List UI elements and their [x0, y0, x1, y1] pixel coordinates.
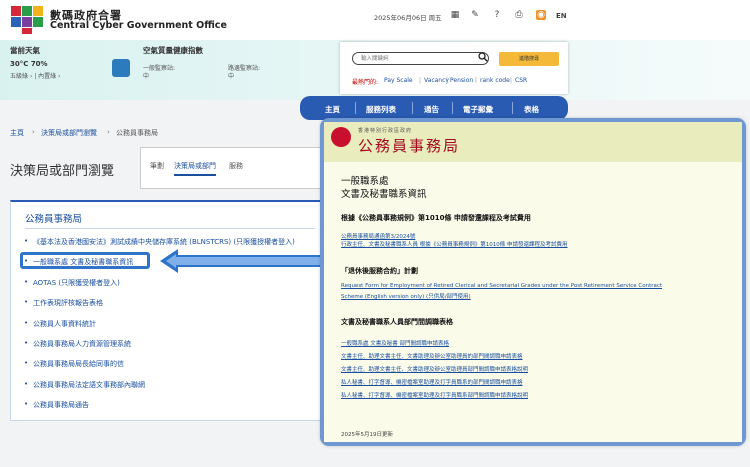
list-item[interactable]: 公務員事務局人力資源管理系統: [33, 339, 131, 349]
breadcrumb-dept-browse[interactable]: 決策局或部門瀏覽: [41, 128, 97, 138]
contacts-icon[interactable]: ▦: [450, 10, 460, 20]
nav-notices[interactable]: 通告: [424, 104, 439, 115]
weather-links[interactable]: 五級綠 › | 內置綠 ›: [10, 71, 60, 80]
popular-link[interactable]: rank code: [480, 77, 510, 84]
nav-email[interactable]: 電子郵彙: [463, 104, 493, 115]
ccgo-logo-icon[interactable]: [10, 5, 44, 35]
popup-small-title: 香港特別行政區政府: [358, 128, 413, 134]
list-item[interactable]: 公務員事務局通告: [33, 400, 89, 410]
nav-home[interactable]: 主頁: [325, 104, 340, 115]
nav-services[interactable]: 服務列表: [366, 104, 396, 115]
popup-link[interactable]: 公務員事務局通函第3/2024號: [341, 232, 415, 240]
tab-departments[interactable]: 決策局或部門: [174, 161, 216, 176]
page-title: 決策局或部門瀏覽: [10, 164, 115, 179]
popular-link[interactable]: CSR: [515, 77, 527, 84]
highlight-box: [20, 252, 150, 269]
popular-label: 最熱門的:: [352, 79, 379, 86]
popular-link[interactable]: Pay Scale: [384, 77, 413, 84]
aq-general-value: 中: [143, 73, 150, 80]
popup-link[interactable]: Scheme (English version only) (只供局/部門使用): [341, 292, 471, 300]
search-panel: [340, 42, 568, 94]
tab-strokes[interactable]: 筆劃: [150, 161, 164, 171]
weather-value: 30°C 70%: [10, 60, 48, 68]
hk-emblem-icon: [331, 127, 351, 147]
search-icon[interactable]: [478, 52, 488, 62]
panel-title: 公務員事務局: [25, 214, 83, 225]
popup-link[interactable]: 文書主任、助理文書主任、文書助理及辦公室助理員部門間調職申請表格說明: [341, 365, 528, 373]
list-item[interactable]: AOTAS (只限獲受權者登入): [33, 278, 120, 288]
popup-big-title: 公務員事務局: [358, 137, 461, 155]
tab-services[interactable]: 服務: [229, 161, 243, 171]
site-title-en[interactable]: Central Cyber Government Office: [50, 20, 227, 31]
language-switch-link[interactable]: EN: [556, 12, 567, 20]
popup-heading: 一般職系處: [341, 176, 389, 187]
popup-link[interactable]: 行政主任、文書及秘書職系人員 根據《公務員事務規例》第1010條 申請發還課程及…: [341, 240, 568, 248]
advanced-search-button[interactable]: 進階搜尋: [499, 52, 559, 66]
air-quality-title[interactable]: 空氣質量健康指數: [143, 45, 203, 56]
feedback-icon[interactable]: ✎: [470, 10, 480, 20]
popup-link[interactable]: Request Form for Employment of Retired C…: [341, 283, 662, 289]
search-input[interactable]: [352, 52, 489, 65]
popup-subheading: 文書及秘書職系資訊: [341, 189, 427, 200]
popup-link[interactable]: 一般職系處 文書及秘書 部門間調職申請表格: [341, 339, 449, 347]
popular-link[interactable]: Pension: [450, 77, 473, 84]
list-item[interactable]: 《基本法及香港國安法》測試成績中央儲存庫系統 (BLNSTCRS) (只限獲授權…: [33, 237, 318, 247]
popup-section-title: 文書及秘書職系人員部門間調職表格: [341, 318, 453, 326]
popup-section-title: 根據《公務員事務規例》第1010條 申請發還課程及考試費用: [341, 214, 531, 222]
list-item[interactable]: 公務員人事資料統計: [33, 319, 96, 329]
nav-forms[interactable]: 表格: [524, 104, 539, 115]
popup-section-title: 「退休後服務合約」計劃: [341, 267, 418, 275]
aq-roadside-value: 中: [228, 73, 235, 80]
panel-divider: [25, 228, 315, 229]
weather-title: 當前天氣: [10, 46, 40, 55]
current-date: 2025年06月06日 周五: [374, 14, 442, 22]
popup-body: [324, 162, 742, 442]
breadcrumb-current: 公務員事務局: [116, 129, 158, 137]
breadcrumb-home[interactable]: 主頁: [10, 128, 24, 138]
arrow-left-icon: [160, 249, 326, 273]
weather-icon[interactable]: [112, 59, 130, 77]
list-item[interactable]: 工作表現評核報告表格: [33, 298, 103, 308]
help-icon[interactable]: ?: [492, 10, 502, 20]
rss-icon[interactable]: ◉: [536, 10, 546, 20]
popup-link[interactable]: 文書主任、助理文書主任、文書助理及辦公室助理員的部門間調職申請表格: [341, 352, 523, 360]
popup-link[interactable]: 私人秘書、打字督導、機密檔案室助理及打字員職系部門間調職申請表格說明: [341, 391, 528, 399]
print-icon[interactable]: ⎙: [514, 10, 524, 20]
list-item[interactable]: 公務員事務局法定語文事務部內聯網: [33, 380, 145, 390]
popup-link[interactable]: 私人秘書、打字督導、機密檔案室助理及打字員職系的部門間調職申請表格: [341, 378, 523, 386]
popup-updated-date: 2025年5月19日更新: [341, 432, 393, 438]
list-item[interactable]: 公務員事務局局長給同事的信: [33, 359, 124, 369]
